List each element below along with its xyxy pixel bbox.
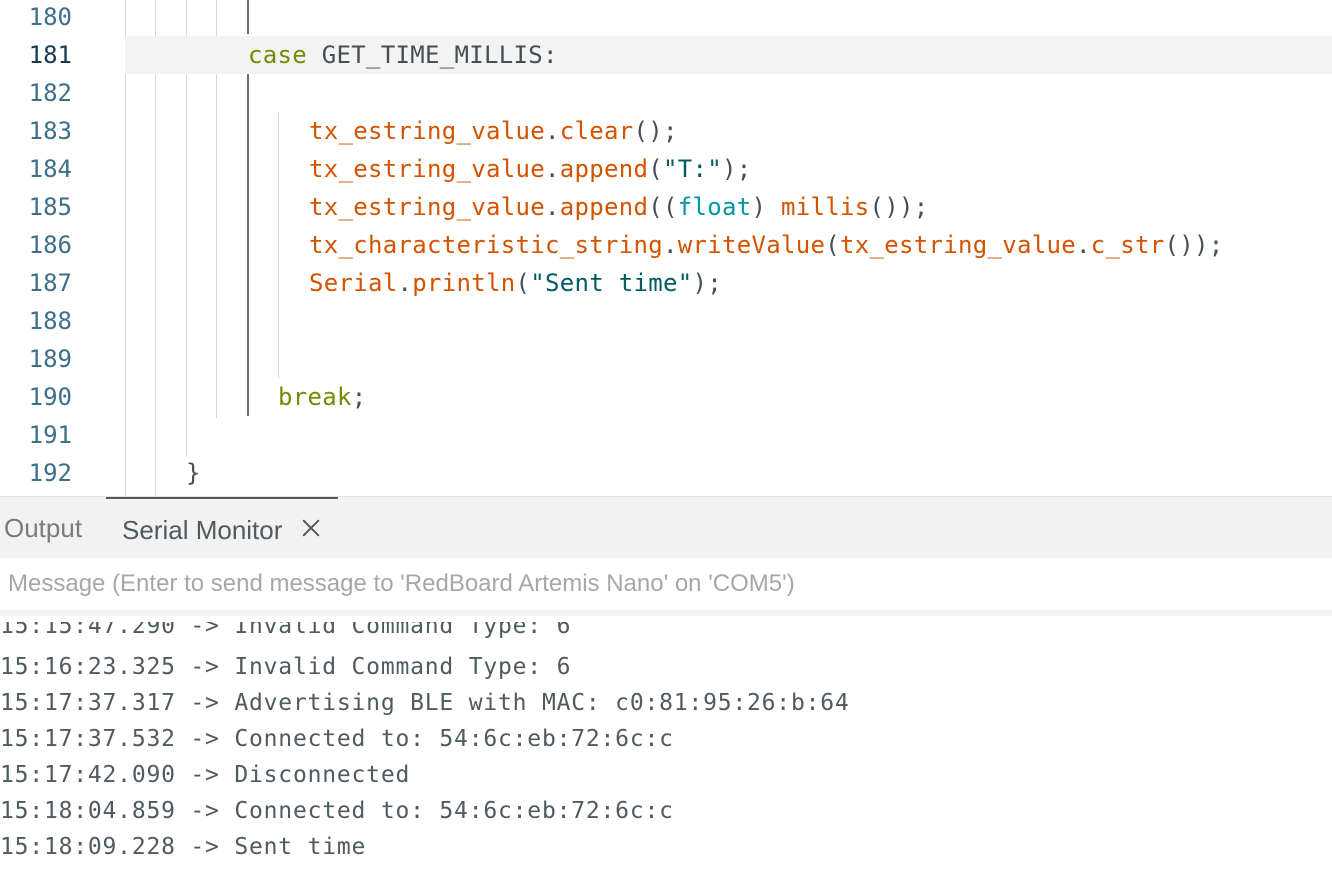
string-literal: "T:" [663, 155, 722, 183]
punct: (); [633, 117, 678, 145]
method-name: c_str [1090, 231, 1165, 259]
keyword-break: break [278, 383, 352, 411]
line-number: 188 [28, 307, 72, 335]
console-line: 15:17:37.532 -> Connected to: 54:6c:eb:7… [0, 726, 674, 752]
identifier: tx_characteristic_string [309, 231, 663, 259]
code-text: tx_estring_value.clear(); [309, 112, 678, 150]
identifier: Serial [309, 269, 398, 297]
punct: . [545, 117, 560, 145]
tab-output[interactable]: Output [4, 497, 82, 559]
console-line: 15:16:23.325 -> Invalid Command Type: 6 [0, 654, 572, 680]
panel-tab-bar: Output Serial Monitor [0, 496, 1332, 558]
case-label: GET_TIME_MILLIS: [307, 41, 558, 69]
code-line[interactable]: 192 } [0, 454, 1332, 492]
code-line[interactable]: 184 tx_estring_value.append("T:"); [0, 150, 1332, 188]
punct: . [1075, 231, 1091, 259]
code-line-current[interactable]: 181 case GET_TIME_MILLIS: [0, 36, 1332, 74]
punct: ) [751, 193, 781, 221]
punct: . [545, 155, 560, 183]
tab-serial-monitor-label: Serial Monitor [122, 515, 283, 545]
punct: ()); [1164, 231, 1224, 259]
code-line[interactable]: 183 tx_estring_value.clear(); [0, 112, 1332, 150]
code-line[interactable]: 180 [0, 0, 1332, 36]
punct: ; [351, 383, 367, 411]
punct: ( [648, 155, 663, 183]
serial-message-input[interactable] [0, 558, 1332, 610]
method-name: append [559, 155, 649, 183]
code-line[interactable]: 182 [0, 74, 1332, 112]
console-line: 15:17:37.317 -> Advertising BLE with MAC… [0, 690, 850, 716]
code-text: case GET_TIME_MILLIS: [248, 36, 558, 74]
punct: (( [648, 193, 678, 221]
line-number: 181 [28, 41, 72, 69]
line-number: 184 [28, 155, 72, 183]
function-name: millis [781, 193, 870, 221]
code-line[interactable]: 189 [0, 340, 1332, 378]
bottom-panel: Output Serial Monitor 15:15:47.290 -> In… [0, 496, 1332, 886]
line-number: 180 [28, 3, 72, 31]
close-icon[interactable] [300, 517, 322, 539]
type-keyword: float [677, 193, 752, 221]
code-line[interactable]: 191 [0, 416, 1332, 454]
punct: ); [722, 155, 752, 183]
message-bar [0, 558, 1332, 616]
line-number: 183 [28, 117, 72, 145]
console-line: 15:17:42.090 -> Disconnected [0, 762, 411, 788]
line-number: 191 [28, 421, 72, 449]
method-name: append [559, 193, 649, 221]
punct: ( [515, 269, 531, 297]
identifier: tx_estring_value [309, 193, 545, 221]
keyword-case: case [248, 41, 307, 69]
string-literal: "Sent time" [530, 269, 693, 297]
identifier: tx_estring_value [309, 117, 545, 145]
punct: . [397, 269, 413, 297]
console-line: 15:15:47.290 -> Invalid Command Type: 6 [0, 622, 572, 639]
line-number: 190 [28, 383, 72, 411]
line-number: 189 [28, 345, 72, 373]
code-line[interactable]: 186 tx_characteristic_string.writeValue(… [0, 226, 1332, 264]
code-text: tx_estring_value.append("T:"); [309, 150, 752, 188]
console-line: 15:18:09.228 -> Sent time [0, 834, 367, 860]
code-line[interactable]: 188 [0, 302, 1332, 340]
punct: ()); [869, 193, 929, 221]
code-text: Serial.println("Sent time"); [309, 264, 722, 302]
serial-output[interactable]: 15:15:47.290 -> Invalid Command Type: 6 … [0, 622, 1332, 886]
code-text: tx_characteristic_string.writeValue(tx_e… [309, 226, 1223, 264]
code-text: tx_estring_value.append((float) millis()… [309, 188, 929, 226]
line-number: 186 [28, 231, 72, 259]
code-text: break; [278, 378, 367, 416]
punct: ( [825, 231, 840, 259]
punct: ); [692, 269, 722, 297]
identifier: tx_estring_value [309, 155, 545, 183]
punct: . [662, 231, 678, 259]
console-line: 15:18:04.859 -> Connected to: 54:6c:eb:7… [0, 798, 674, 824]
code-line[interactable]: 190 break; [0, 378, 1332, 416]
identifier: tx_estring_value [839, 231, 1076, 259]
code-line[interactable]: 187 Serial.println("Sent time"); [0, 264, 1332, 302]
line-number: 182 [28, 79, 72, 107]
method-name: clear [559, 117, 634, 145]
method-name: println [412, 269, 516, 297]
line-number: 187 [28, 269, 72, 297]
code-text: } [186, 459, 201, 487]
code-line[interactable]: 185 tx_estring_value.append((float) mill… [0, 188, 1332, 226]
line-number: 192 [28, 459, 72, 487]
code-editor[interactable]: 180 181 case GET_TIME_MILLIS: 182 183 tx… [0, 0, 1332, 496]
line-number: 185 [28, 193, 72, 221]
method-name: writeValue [677, 231, 826, 259]
punct: . [545, 193, 560, 221]
